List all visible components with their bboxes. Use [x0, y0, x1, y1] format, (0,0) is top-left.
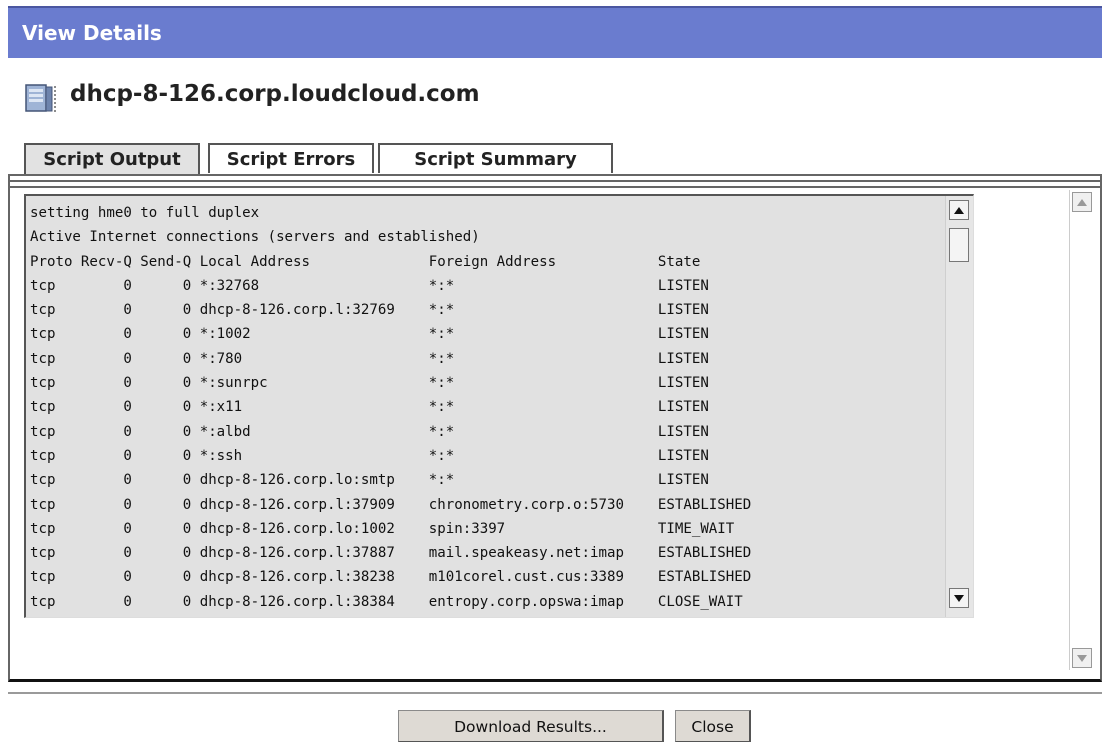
scroll-up-button[interactable]: [949, 200, 969, 220]
panel-scroll-up-button[interactable]: [1072, 192, 1092, 212]
title-bar: View Details: [8, 6, 1102, 58]
arrow-down-icon: [1077, 654, 1087, 662]
arrow-up-icon: [1077, 198, 1087, 206]
tab-script-output[interactable]: Script Output: [24, 143, 200, 176]
script-output-text: setting hme0 to full duplex Active Inter…: [30, 205, 752, 610]
host-name: dhcp-8-126.corp.loudcloud.com: [70, 81, 480, 107]
panel-divider: [10, 180, 1100, 182]
server-icon: [25, 84, 56, 112]
tab-script-summary[interactable]: Script Summary: [378, 143, 613, 173]
panel-scroll-down-button[interactable]: [1072, 648, 1092, 668]
scroll-down-button[interactable]: [949, 588, 969, 608]
panel-scrollbar[interactable]: [1069, 190, 1094, 670]
arrow-down-icon: [954, 594, 964, 602]
output-scrollbar[interactable]: [945, 196, 973, 617]
output-panel: setting hme0 to full duplex Active Inter…: [8, 174, 1102, 682]
footer-divider: [8, 692, 1102, 694]
window-title: View Details: [22, 21, 162, 45]
script-output-textarea[interactable]: setting hme0 to full duplex Active Inter…: [24, 194, 974, 618]
close-button[interactable]: Close: [675, 710, 751, 742]
scroll-thumb[interactable]: [949, 228, 969, 262]
panel-divider: [10, 186, 1100, 188]
tab-script-errors[interactable]: Script Errors: [208, 143, 374, 173]
download-results-button[interactable]: Download Results...: [398, 710, 664, 742]
arrow-up-icon: [954, 206, 964, 214]
